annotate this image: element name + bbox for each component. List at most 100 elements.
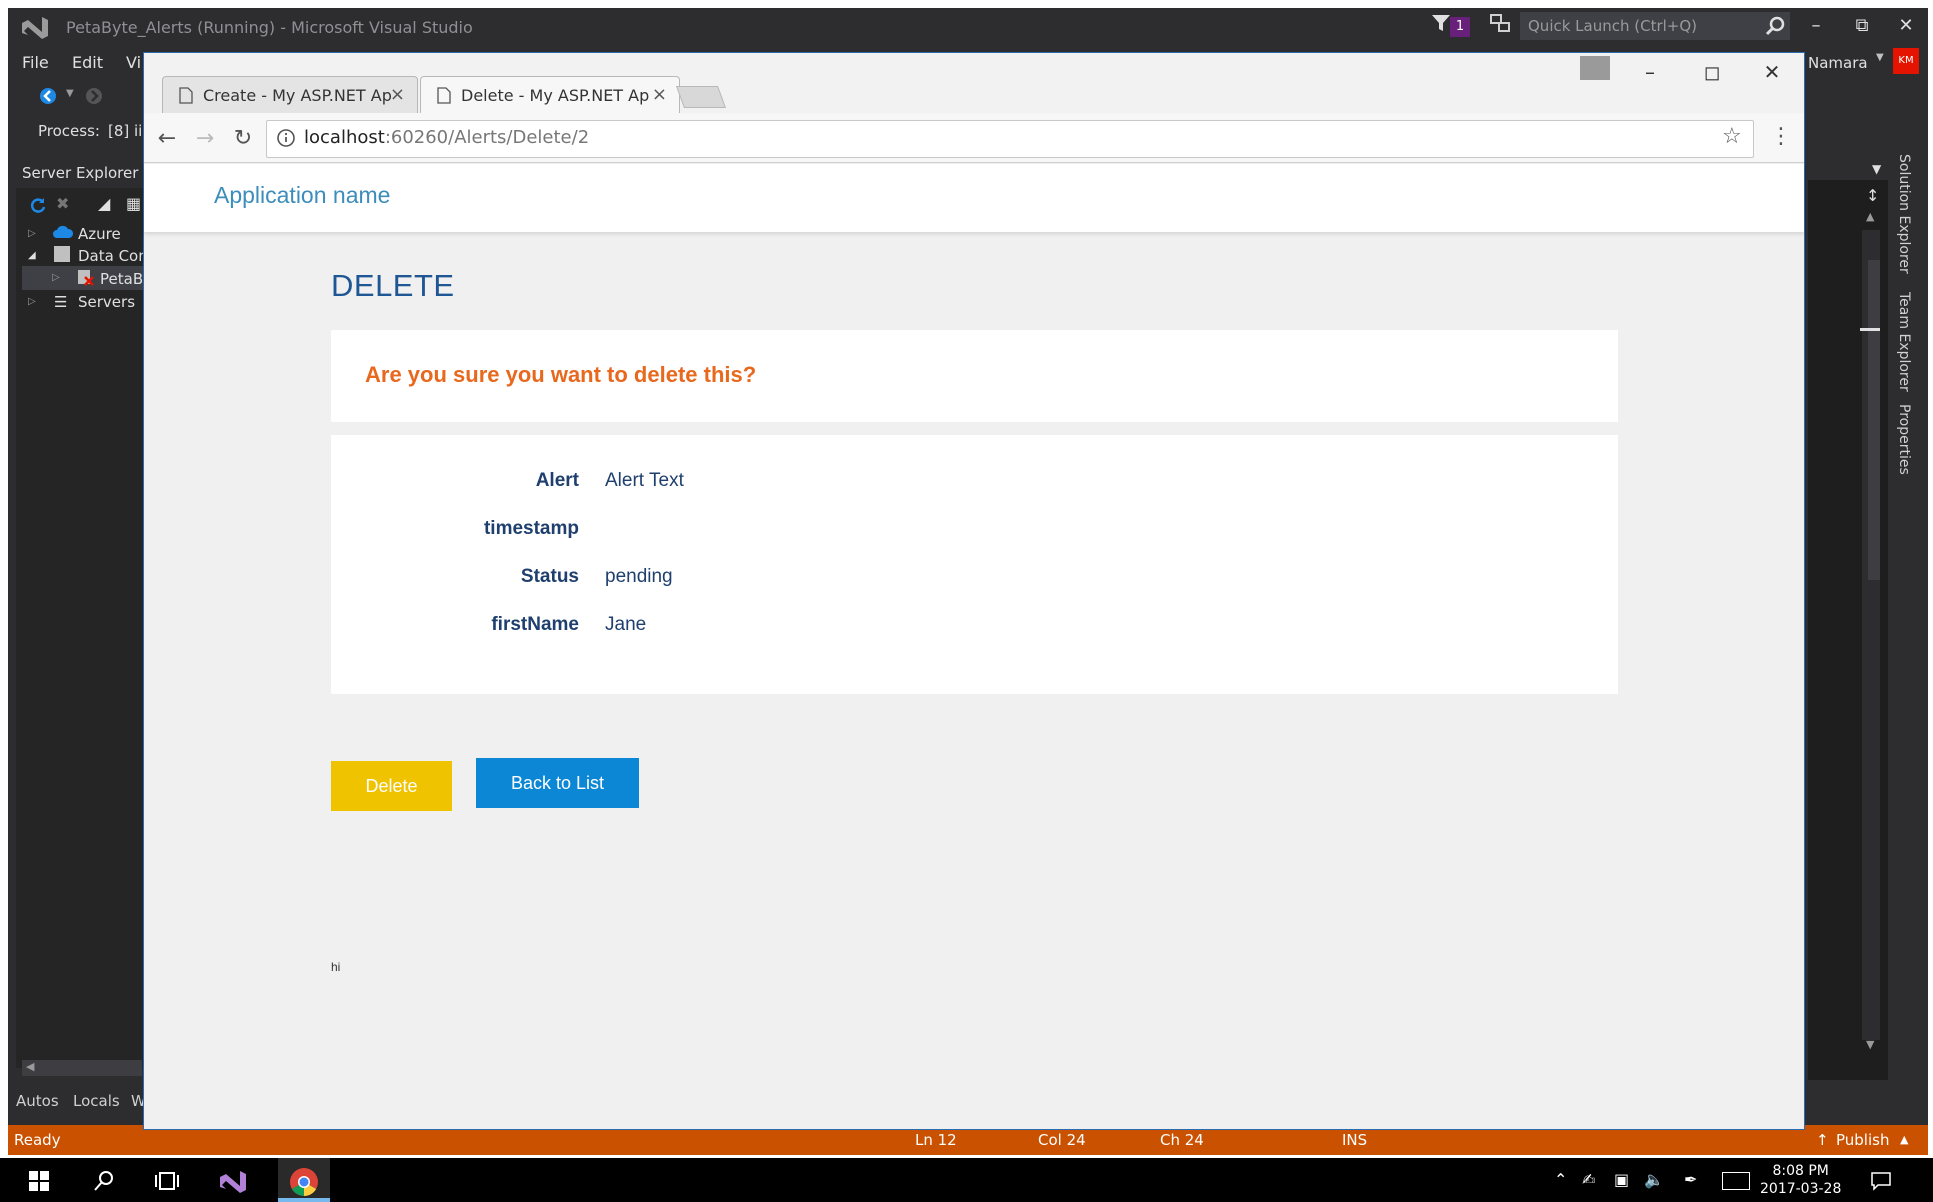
brand-link[interactable]: Application name — [214, 182, 390, 209]
forward-navigation-icon[interactable] — [84, 86, 104, 106]
stop-icon[interactable]: ✖ — [56, 194, 69, 213]
scroll-up-icon[interactable]: ▲ — [1866, 210, 1874, 223]
keyboard-icon[interactable] — [1722, 1172, 1750, 1190]
menu-file[interactable]: File — [22, 53, 49, 72]
tree-item-servers[interactable]: Servers — [78, 293, 135, 311]
refresh-icon[interactable] — [28, 196, 48, 216]
info-icon[interactable] — [276, 128, 296, 148]
chrome-active-indicator — [278, 1198, 330, 1202]
chrome-close-button[interactable]: ✕ — [1752, 58, 1792, 86]
scroll-left-icon[interactable]: ◀ — [26, 1060, 34, 1073]
windows-start-icon[interactable] — [28, 1170, 50, 1192]
field-label-timestamp: timestamp — [483, 518, 579, 539]
reload-icon[interactable]: ↻ — [228, 124, 258, 154]
task-view-icon[interactable] — [154, 1170, 180, 1192]
tab-team-explorer[interactable]: Team Explorer — [1896, 292, 1912, 392]
close-icon[interactable]: × — [390, 84, 405, 105]
delete-button[interactable]: Delete — [331, 761, 452, 811]
side-tabs: Solution Explorer Team Explorer Properti… — [1892, 150, 1920, 570]
chrome-minimize-button[interactable]: – — [1630, 58, 1670, 86]
notification-filter-icon[interactable] — [1430, 12, 1452, 34]
close-icon[interactable]: × — [652, 84, 667, 105]
tab-delete[interactable]: Delete - My ASP.NET Ap × — [420, 76, 680, 113]
horizontal-scrollbar[interactable] — [22, 1060, 142, 1076]
back-to-list-button[interactable]: Back to List — [476, 758, 639, 808]
visual-studio-logo-icon — [22, 17, 48, 39]
status-char: Ch 24 — [1160, 1131, 1204, 1149]
menu-view[interactable]: Vi — [126, 53, 141, 72]
profile-avatar-icon[interactable] — [1580, 56, 1610, 80]
vs-minimize-button[interactable]: – — [1800, 12, 1832, 40]
taskbar-clock[interactable]: 8:08 PM 2017-03-28 — [1760, 1162, 1841, 1198]
process-label: Process: — [38, 122, 100, 140]
field-label-status: Status — [520, 566, 579, 587]
tree-item-azure[interactable]: Azure — [78, 225, 121, 243]
connect-database-icon[interactable]: ◢ — [98, 194, 110, 213]
back-arrow-icon[interactable]: ← — [152, 124, 182, 154]
scroll-down-icon[interactable]: ▼ — [1866, 1038, 1874, 1051]
expand-arrow-icon[interactable]: ▷ — [28, 228, 36, 239]
publish-arrow-icon[interactable]: ↑ — [1816, 1131, 1829, 1149]
feedback-icon[interactable] — [1488, 12, 1512, 36]
collapse-arrow-icon[interactable]: ◢ — [28, 250, 36, 261]
show-hidden-icons-chevron-icon[interactable]: ⌃ — [1554, 1170, 1567, 1189]
tab-locals[interactable]: Locals — [73, 1092, 120, 1110]
database-error-icon — [78, 270, 94, 286]
status-ready: Ready — [14, 1131, 61, 1149]
vs-window-title: PetaByte_Alerts (Running) - Microsoft Vi… — [66, 18, 473, 37]
url-text[interactable]: localhost:60260/Alerts/Delete/2 — [304, 127, 589, 148]
page-title: DELETE — [331, 268, 455, 303]
expand-arrow-icon[interactable]: ▷ — [52, 272, 60, 283]
server-explorer-title: Server Explorer — [22, 164, 139, 182]
publish-button[interactable]: Publish — [1836, 1131, 1889, 1149]
status-insert-mode: INS — [1342, 1131, 1368, 1149]
network-icon[interactable]: ▣ — [1614, 1170, 1629, 1189]
pen-icon[interactable]: ✍ — [1582, 1170, 1595, 1189]
server-explorer-panel — [16, 188, 152, 1068]
user-chevron-down-icon[interactable]: ▼ — [1876, 52, 1884, 63]
visual-studio-taskbar-icon[interactable] — [218, 1168, 248, 1196]
footer-text: hi — [331, 960, 341, 974]
back-dropdown-chevron-icon[interactable]: ▼ — [66, 88, 74, 99]
scroll-marker — [1860, 328, 1880, 331]
bookmark-star-icon[interactable]: ☆ — [1722, 124, 1742, 149]
search-icon[interactable] — [1764, 14, 1788, 38]
vs-close-button[interactable]: ✕ — [1890, 12, 1922, 40]
chrome-menu-icon[interactable]: ⋮ — [1770, 124, 1792, 149]
url-path: :60260/Alerts/Delete/2 — [384, 127, 590, 148]
user-name[interactable]: Namara — [1808, 54, 1868, 72]
expand-arrow-icon[interactable]: ▷ — [28, 296, 36, 307]
tab-properties[interactable]: Properties — [1896, 404, 1912, 475]
publish-chevron-up-icon[interactable]: ▲ — [1900, 1133, 1908, 1146]
search-icon[interactable] — [92, 1169, 116, 1193]
windows-ink-icon[interactable]: ✒ — [1684, 1170, 1697, 1189]
menu-edit[interactable]: Edit — [72, 53, 103, 72]
details-panel — [331, 435, 1618, 694]
volume-icon[interactable]: 🔈 — [1644, 1170, 1664, 1189]
connect-server-icon[interactable]: ▦ — [126, 194, 141, 213]
user-avatar[interactable]: KM — [1893, 48, 1919, 74]
clock-time: 8:08 PM — [1772, 1163, 1829, 1179]
notification-count-badge[interactable]: 1 — [1450, 17, 1470, 37]
quick-launch-placeholder: Quick Launch (Ctrl+Q) — [1528, 17, 1698, 35]
page-icon — [179, 87, 193, 104]
chrome-maximize-button[interactable]: ◻ — [1692, 58, 1732, 86]
chrome-taskbar-icon[interactable] — [288, 1166, 320, 1198]
action-center-icon[interactable] — [1870, 1170, 1892, 1192]
tab-title: Delete - My ASP.NET Ap — [461, 86, 650, 105]
field-value-status: pending — [605, 566, 673, 587]
panel-menu-chevron-icon[interactable]: ▼ — [1872, 162, 1881, 176]
tree-item-data-connections[interactable]: Data Con — [78, 247, 148, 265]
page-icon — [437, 87, 451, 104]
split-icon[interactable]: ↕ — [1866, 186, 1879, 205]
tab-autos[interactable]: Autos — [16, 1092, 59, 1110]
tab-solution-explorer[interactable]: Solution Explorer — [1896, 154, 1912, 274]
vs-restore-button[interactable]: ⧉ — [1846, 12, 1878, 40]
tab-create[interactable]: Create - My ASP.NET Ap × — [162, 76, 418, 113]
back-navigation-icon[interactable] — [38, 86, 58, 106]
clock-date: 2017-03-28 — [1760, 1181, 1842, 1197]
field-label-firstname: firstName — [491, 614, 579, 635]
new-tab-button[interactable] — [675, 86, 727, 108]
scrollbar-thumb[interactable] — [1868, 260, 1880, 580]
forward-arrow-icon[interactable]: → — [190, 124, 220, 154]
